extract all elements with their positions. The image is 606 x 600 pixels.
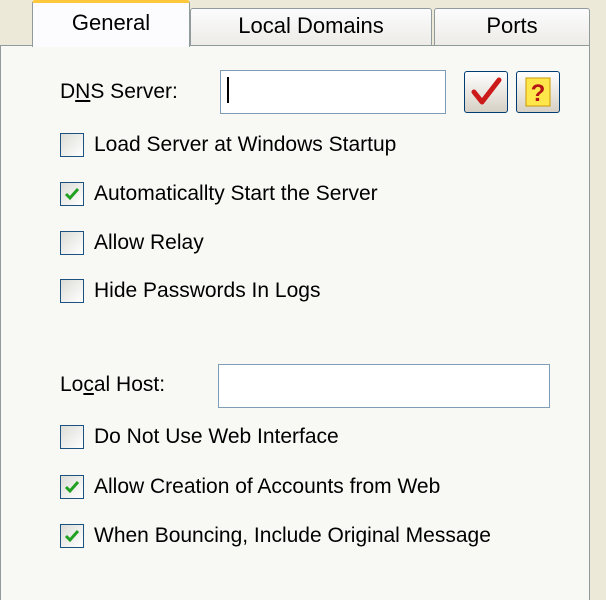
tab-ports[interactable]: Ports: [434, 8, 590, 46]
tab-ports-label: Ports: [486, 13, 538, 38]
allow-relay-label: Allow Relay: [94, 231, 204, 254]
web-account-creation-label: Allow Creation of Accounts from Web: [94, 475, 441, 498]
dns-server-label: DNS Server:: [60, 80, 178, 103]
verify-dns-button[interactable]: [464, 71, 508, 113]
tab-general-label: General: [71, 10, 151, 35]
hide-passwords-checkbox[interactable]: [60, 279, 84, 303]
auto-start-server-label: Automaticallty Start the Server: [94, 182, 378, 205]
allow-relay-checkbox[interactable]: [60, 231, 84, 255]
check-icon: [64, 188, 80, 201]
question-mark-icon: ?: [525, 77, 551, 107]
no-web-interface-checkbox[interactable]: [60, 425, 84, 449]
tab-general[interactable]: General: [32, 0, 190, 47]
check-icon: [64, 481, 80, 494]
no-web-interface-label: Do Not Use Web Interface: [94, 425, 339, 448]
dns-server-input[interactable]: [220, 70, 446, 114]
tab-local-domains[interactable]: Local Domains: [190, 8, 432, 46]
tab-local-domains-label: Local Domains: [238, 13, 384, 38]
load-at-startup-checkbox[interactable]: [60, 133, 84, 157]
checkmark-icon: [471, 77, 502, 105]
help-button[interactable]: ?: [516, 71, 560, 113]
local-host-input[interactable]: [218, 364, 550, 408]
local-host-label: Local Host:: [60, 373, 166, 396]
bounce-include-message-checkbox[interactable]: [60, 524, 84, 548]
hide-passwords-label: Hide Passwords In Logs: [94, 279, 321, 302]
check-icon: [64, 530, 80, 543]
load-at-startup-label: Load Server at Windows Startup: [94, 133, 397, 156]
bounce-include-message-label: When Bouncing, Include Original Message: [94, 524, 491, 547]
svg-text:?: ?: [531, 80, 546, 107]
tab-strip: General Local Domains Ports: [0, 0, 606, 47]
web-account-creation-checkbox[interactable]: [60, 475, 84, 499]
auto-start-server-checkbox[interactable]: [60, 182, 84, 206]
text-caret: [227, 77, 229, 103]
general-tab-panel: [0, 45, 590, 600]
